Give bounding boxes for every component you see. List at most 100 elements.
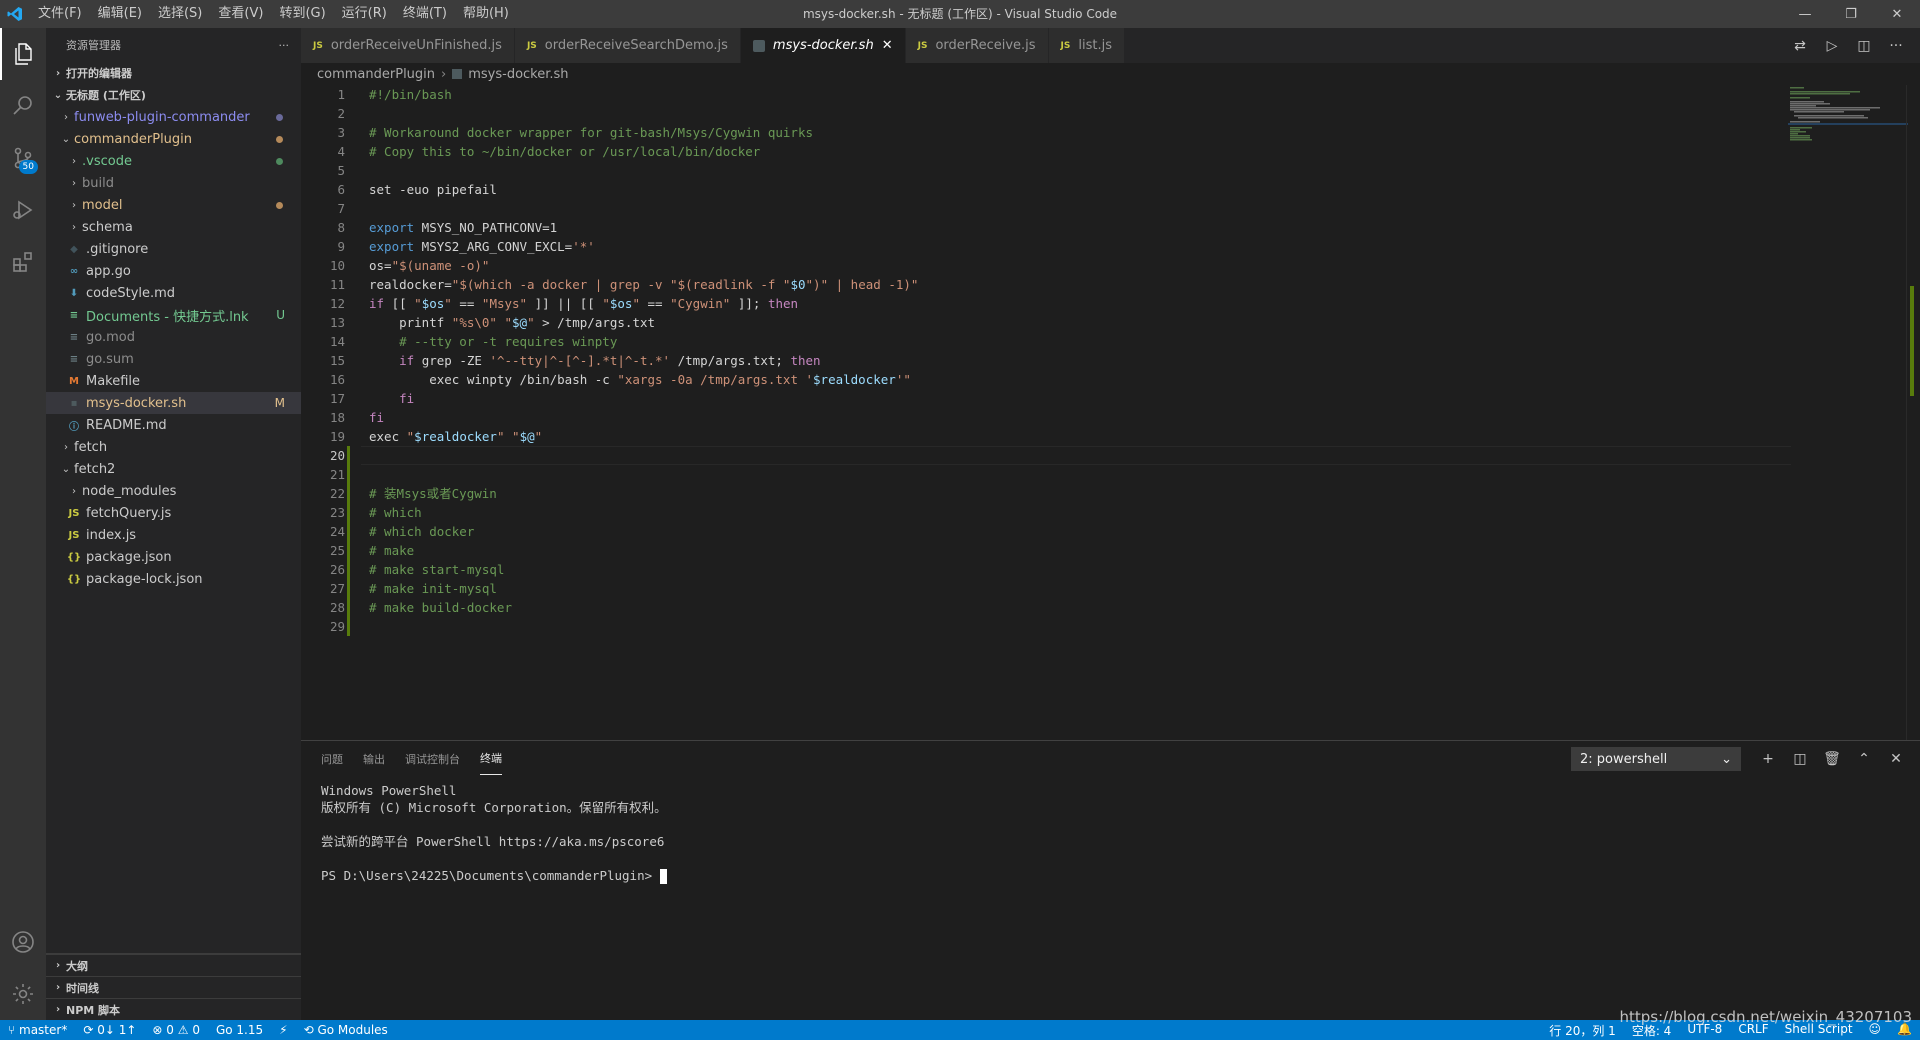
menu-item[interactable]: 查看(V) (210, 0, 271, 28)
line-number: 22 (329, 486, 345, 501)
code-token: exec (369, 429, 407, 444)
split-terminal-icon[interactable]: ◫ (1784, 747, 1816, 771)
tree-item[interactable]: › node_modules (46, 480, 301, 502)
tree-item[interactable]: ⌄ commanderPlugin (46, 128, 301, 150)
code-content[interactable]: #!/bin/bash # Workaround docker wrapper f… (369, 85, 918, 636)
workspace-section[interactable]: ⌄ 无标题 (工作区) (46, 84, 301, 106)
minimap[interactable] (1788, 85, 1908, 145)
go-version-status[interactable]: Go 1.15 (208, 1023, 271, 1037)
panel-tab[interactable]: 输出 (363, 743, 385, 775)
panel-tab[interactable]: 问题 (321, 743, 343, 775)
code-token: if (399, 353, 415, 368)
tree-item[interactable]: › fetch (46, 436, 301, 458)
panel-tab[interactable]: 调试控制台 (405, 743, 460, 775)
line-numbers: 1 2 3 4 5 6 7 8 9 10 11 12 13 14 15 16 17 18 19 20 21 22 23 24 2… (301, 85, 361, 636)
breadcrumb-separator-icon: › (441, 66, 447, 82)
problems-status[interactable]: ⊗ 0 ⚠ 0 (144, 1023, 208, 1037)
terminal-line: PS D:\Users\24225\Documents\commanderPlu… (321, 867, 1900, 884)
menu-item[interactable]: 选择(S) (150, 0, 210, 28)
terminal-output[interactable]: Windows PowerShell 版权所有 (C) Microsoft Cor… (301, 776, 1920, 890)
tree-item[interactable]: ≡ go.sum (46, 348, 301, 370)
tree-item[interactable]: ⬇ codeStyle.md (46, 282, 301, 304)
modified-dot (276, 157, 283, 165)
code-token: then (790, 353, 821, 368)
tree-item[interactable]: ≡ go.mod (46, 326, 301, 348)
split-editor-icon[interactable]: ◫ (1848, 38, 1880, 54)
breadcrumb-file[interactable]: msys-docker.sh (468, 67, 568, 82)
tree-item[interactable]: ◆ .gitignore (46, 238, 301, 260)
tree-item[interactable]: › model (46, 194, 301, 216)
chevron-right-icon: › (72, 221, 76, 233)
more-actions-icon[interactable]: ··· (279, 39, 290, 52)
tree-item[interactable]: › funweb-plugin-commander (46, 106, 301, 128)
menu-item[interactable]: 帮助(H) (455, 0, 517, 28)
tree-item[interactable]: ∞ app.go (46, 260, 301, 282)
run-icon[interactable]: ▷ (1816, 38, 1848, 54)
explorer-icon[interactable] (0, 28, 46, 80)
cursor-position-status[interactable]: 行 20，列 1 (1541, 1022, 1624, 1039)
close-panel-icon[interactable]: ✕ (1880, 747, 1912, 771)
close-window-icon[interactable]: ✕ (1874, 0, 1920, 28)
code-line: # make init-mysql (369, 579, 918, 598)
line-number: 12 (329, 296, 345, 311)
more-icon[interactable]: ··· (1880, 38, 1912, 54)
lightning-icon[interactable]: ⚡ (271, 1023, 295, 1037)
menu-item[interactable]: 转到(G) (271, 0, 333, 28)
menu-item[interactable]: 终端(T) (395, 0, 455, 28)
terminal-line: 版权所有 (C) Microsoft Corporation。保留所有权利。 (321, 799, 1900, 816)
open-changes-icon[interactable]: ⇄ (1784, 38, 1816, 54)
kill-terminal-icon[interactable]: 🗑 (1816, 747, 1848, 771)
editor-tab[interactable]: JS orderReceiveUnFinished.js (301, 28, 515, 63)
menu-item[interactable]: 编辑(E) (90, 0, 150, 28)
tree-item[interactable]: JS fetchQuery.js (46, 502, 301, 524)
menu-item[interactable]: 文件(F) (30, 0, 90, 28)
open-editors-section[interactable]: › 打开的编辑器 (46, 62, 301, 84)
settings-gear-icon[interactable] (0, 968, 46, 1020)
shell-file-icon (752, 39, 765, 52)
code-editor[interactable]: 1 2 3 4 5 6 7 8 9 10 11 12 13 14 15 16 17 18 19 20 21 22 23 24 2… (301, 85, 1920, 740)
search-icon[interactable] (0, 80, 46, 132)
tree-item[interactable]: {} package-lock.json (46, 568, 301, 590)
go-modules-status[interactable]: ⟲ Go Modules (296, 1023, 396, 1037)
line-number: 25 (329, 543, 345, 558)
code-token: $os (609, 296, 633, 311)
editor-tab[interactable]: JS list.js (1048, 28, 1125, 63)
sidebar-section[interactable]: › NPM 脚本 (46, 998, 301, 1020)
tree-item[interactable]: ≡ Documents - 快捷方式.lnk U (46, 304, 301, 326)
menu-item[interactable]: 运行(R) (334, 0, 395, 28)
editor-tab[interactable]: JS orderReceiveSearchDemo.js (514, 28, 741, 63)
breadcrumb-folder[interactable]: commanderPlugin (317, 67, 435, 82)
tree-item[interactable]: {} package.json (46, 546, 301, 568)
tree-item-label: schema (82, 219, 133, 235)
extensions-icon[interactable] (0, 236, 46, 288)
maximize-panel-icon[interactable]: ⌃ (1848, 747, 1880, 771)
sidebar-section[interactable]: › 大纲 (46, 954, 301, 976)
tree-item[interactable]: ▪ msys-docker.sh M (46, 392, 301, 414)
minimize-icon[interactable]: — (1782, 0, 1828, 28)
tree-item[interactable]: › schema (46, 216, 301, 238)
tree-item[interactable]: ⌄ fetch2 (46, 458, 301, 480)
line-number: 15 (329, 353, 345, 368)
tree-item[interactable]: › build (46, 172, 301, 194)
restore-icon[interactable]: ❐ (1828, 0, 1874, 28)
editor-tab[interactable]: msys-docker.sh ✕ (740, 28, 906, 63)
code-token: fi (369, 410, 385, 425)
account-icon[interactable] (0, 916, 46, 968)
run-debug-icon[interactable] (0, 184, 46, 236)
terminal-select[interactable]: 2: powershell ⌄ (1571, 747, 1741, 771)
sidebar-section[interactable]: › 时间线 (46, 976, 301, 998)
tree-item-label: app.go (86, 263, 131, 279)
panel-tab[interactable]: 终端 (480, 742, 502, 775)
source-control-icon[interactable]: 50 (0, 132, 46, 184)
tree-item[interactable]: › .vscode (46, 150, 301, 172)
close-tab-icon[interactable]: ✕ (882, 38, 893, 53)
tree-item[interactable]: M Makefile (46, 370, 301, 392)
editor-tab[interactable]: JS orderReceive.js (905, 28, 1049, 63)
editor-scrollbar[interactable] (1906, 85, 1920, 740)
tab-label: orderReceiveSearchDemo.js (544, 38, 728, 53)
tree-item[interactable]: JS index.js (46, 524, 301, 546)
tree-item[interactable]: ⓘ README.md (46, 414, 301, 436)
branch-status[interactable]: ⑂ master* (0, 1023, 75, 1037)
new-terminal-icon[interactable]: + (1752, 747, 1784, 771)
sync-status[interactable]: ⟳ 0↓ 1↑ (75, 1023, 144, 1037)
